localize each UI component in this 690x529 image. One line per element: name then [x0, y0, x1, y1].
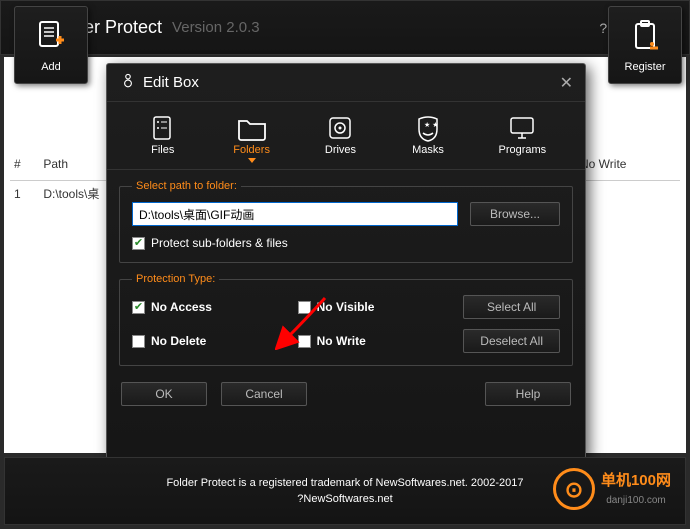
no-delete-checkbox[interactable]: No Delete: [132, 334, 280, 348]
clipboard-icon: [628, 18, 662, 57]
app-version: Version 2.0.3: [172, 19, 260, 36]
tab-programs-label: Programs: [499, 144, 547, 156]
tab-files-label: Files: [151, 144, 174, 156]
tab-files[interactable]: Files: [142, 110, 184, 165]
register-label: Register: [625, 61, 666, 73]
tab-folders-label: Folders: [233, 144, 270, 156]
deselect-all-button[interactable]: Deselect All: [463, 329, 560, 353]
modal-header: Edit Box ✕: [107, 64, 585, 102]
checkbox-icon: [132, 301, 145, 314]
folders-icon: [235, 112, 269, 144]
tab-folders[interactable]: Folders: [229, 110, 274, 165]
tab-masks-label: Masks: [412, 144, 444, 156]
modal-logo-icon: [119, 71, 137, 94]
checkbox-icon: [298, 301, 311, 314]
no-write-checkbox[interactable]: No Write: [298, 334, 446, 348]
no-visible-checkbox[interactable]: No Visible: [298, 300, 446, 314]
titlebar: Folder Protect Version 2.0.3 ? !: [0, 0, 690, 55]
files-icon: [146, 112, 180, 144]
protect-subfolders-checkbox[interactable]: Protect sub-folders & files: [132, 236, 560, 250]
masks-icon: ★ ★: [411, 112, 445, 144]
no-access-label: No Access: [151, 300, 212, 314]
tab-drives-label: Drives: [325, 144, 356, 156]
svg-text:★ ★: ★ ★: [424, 121, 439, 129]
edit-box-modal: Edit Box ✕ Files Folders Drives ★ ★ Mask…: [106, 63, 586, 459]
badge-subtext: danji100.com: [601, 493, 671, 508]
badge-ring-icon: ⊙: [553, 468, 595, 510]
tab-masks[interactable]: ★ ★ Masks: [407, 110, 449, 165]
col-header-nowrite: No Write: [580, 157, 660, 171]
protect-subfolders-label: Protect sub-folders & files: [151, 236, 288, 250]
checkbox-icon: [132, 335, 145, 348]
type-tabs: Files Folders Drives ★ ★ Masks Programs: [107, 102, 585, 170]
footer-badge[interactable]: ⊙ 单机100网 danji100.com: [553, 468, 671, 510]
help-button[interactable]: Help: [485, 382, 571, 406]
no-access-checkbox[interactable]: No Access: [132, 300, 280, 314]
footer-line2: ?NewSoftwares.net: [166, 491, 523, 508]
programs-icon: [505, 112, 539, 144]
footer-line1: Folder Protect is a registered trademark…: [166, 475, 523, 492]
badge-text: 单机100网: [601, 470, 671, 493]
checkbox-icon: [298, 335, 311, 348]
modal-close-icon[interactable]: ✕: [560, 73, 573, 93]
add-label: Add: [41, 61, 61, 73]
no-write-label: No Write: [317, 334, 366, 348]
modal-title: Edit Box: [143, 74, 199, 91]
cancel-button[interactable]: Cancel: [221, 382, 307, 406]
no-delete-label: No Delete: [151, 334, 206, 348]
folder-path-input[interactable]: [132, 202, 458, 226]
add-file-icon: [34, 18, 68, 57]
add-button[interactable]: Add: [14, 6, 88, 84]
modal-footer: OK Cancel Help: [107, 376, 585, 406]
col-header-index: #: [10, 157, 40, 171]
help-icon[interactable]: ?: [599, 20, 607, 36]
checkbox-icon: [132, 237, 145, 250]
path-legend: Select path to folder:: [132, 180, 241, 192]
drives-icon: [323, 112, 357, 144]
select-all-button[interactable]: Select All: [463, 295, 560, 319]
cell-index: 1: [10, 187, 40, 201]
tab-programs[interactable]: Programs: [495, 110, 551, 165]
protection-fieldset: Protection Type: No Access No Visible Se…: [119, 273, 573, 366]
path-fieldset: Select path to folder: Browse... Protect…: [119, 180, 573, 263]
footer: Folder Protect is a registered trademark…: [4, 457, 686, 525]
register-button[interactable]: Register: [608, 6, 682, 84]
protection-legend: Protection Type:: [132, 273, 219, 285]
no-visible-label: No Visible: [317, 300, 375, 314]
ok-button[interactable]: OK: [121, 382, 207, 406]
tab-drives[interactable]: Drives: [319, 110, 361, 165]
browse-button[interactable]: Browse...: [470, 202, 560, 226]
